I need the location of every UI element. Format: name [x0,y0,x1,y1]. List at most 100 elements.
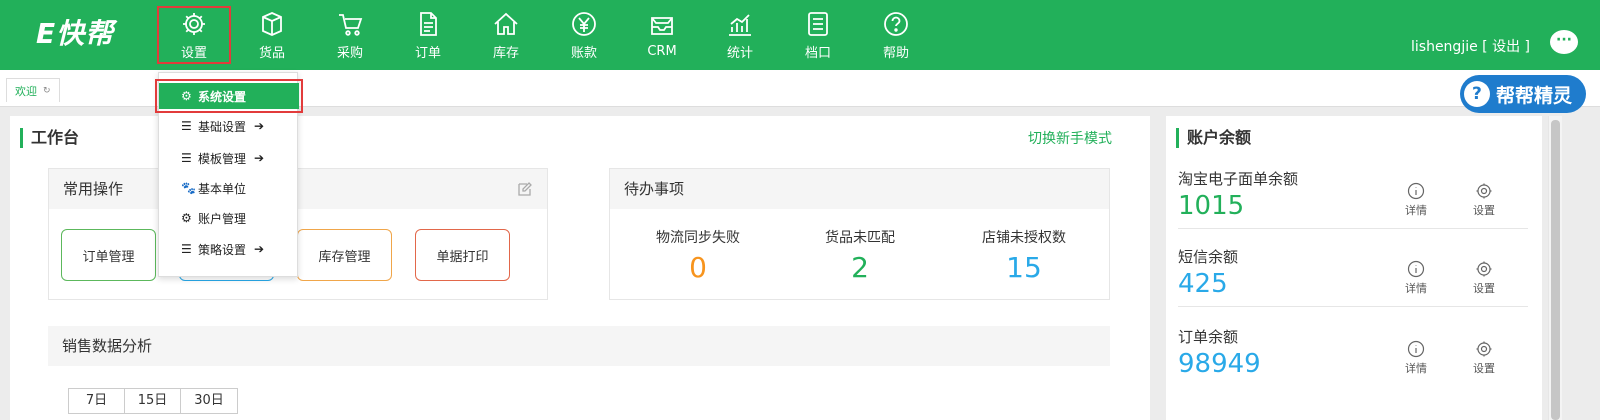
nav-label: 档口 [804,45,831,61]
nav-item-crm[interactable]: CRM [623,0,701,70]
menu-item-account-mgmt[interactable]: ⚙ 账户管理 [159,205,299,231]
nav-item-inventory[interactable]: 库存 [467,0,545,70]
nav-label: 设置 [180,45,207,61]
detail-label: 详情 [1405,362,1427,375]
edit-icon[interactable] [517,181,533,197]
gears-icon: ⚙ [181,89,192,103]
menu-icon: ☰ [181,242,192,256]
nav-item-stall[interactable]: 档口 [779,0,857,70]
divider [1178,228,1528,229]
inbox-icon [651,16,673,35]
nav-item-stats[interactable]: 统计 [701,0,779,70]
todo-logistics[interactable]: 物流同步失败 0 [618,227,778,284]
help-icon [884,11,908,36]
submenu-arrow-icon: ➔ [254,242,265,256]
nav-item-help[interactable]: 帮助 [857,0,935,70]
print-docs-button[interactable]: 单据打印 [415,229,510,281]
range-15d[interactable]: 15日 [125,389,181,413]
gear-icon [1476,261,1492,277]
menu-item-basic-settings[interactable]: ☰ 基础设置 ➔ [159,113,299,139]
account-row: 短信余额 425 详情 设置 [1178,246,1528,299]
menu-label: 基本单位 [198,181,247,196]
date-range-selector: 7日 15日 30日 [68,388,238,414]
gear-icon [1476,341,1492,357]
detail-label: 详情 [1405,204,1427,217]
order-mgmt-button[interactable]: 订单管理 [61,229,156,281]
settings-label: 设置 [1473,204,1495,217]
divider [1178,306,1528,307]
todo-value: 15 [1006,251,1042,284]
menu-item-template-mgmt[interactable]: ☰ 模板管理 ➔ [159,145,299,171]
todo-value: 2 [851,251,869,284]
gear-icon: ⚙ [181,211,192,225]
menu-item-system-settings[interactable]: ⚙ 系统设置 [155,79,303,113]
nav-label: 账款 [570,45,597,61]
chart-icon [729,13,751,36]
card-title: 销售数据分析 [62,337,153,355]
menu-label: 模板管理 [198,151,247,166]
account-title: 账户余额 [1176,128,1251,148]
nav-item-accounts[interactable]: 账款 [545,0,623,70]
settings-label: 设置 [1473,362,1495,375]
house-icon [494,12,518,35]
app-logo[interactable]: E快帮 [36,12,114,52]
question-icon: ? [1463,81,1490,107]
todo-unauthorized-shops[interactable]: 店铺未授权数 15 [944,227,1104,284]
switch-mode-link[interactable]: 切换新手模式 [1028,128,1112,148]
list-icon [808,11,828,36]
detail-label: 详情 [1405,282,1427,295]
todo-label: 物流同步失败 [656,230,740,246]
todo-card: 待办事项 物流同步失败 0 货品未匹配 2 店铺未授权数 15 [609,168,1110,300]
detail-button[interactable]: 详情 [1396,182,1436,218]
settings-button[interactable]: 设置 [1464,340,1504,376]
detail-button[interactable]: 详情 [1396,340,1436,376]
yen-icon [572,11,596,36]
helper-button[interactable]: ? 帮帮精灵 [1459,75,1586,113]
nav-item-settings[interactable]: 设置 [155,4,233,66]
range-7d[interactable]: 7日 [69,389,125,413]
gear-icon [1476,183,1492,199]
cart-icon [339,13,363,36]
menu-label: 系统设置 [198,89,247,104]
detail-button[interactable]: 详情 [1396,260,1436,296]
submenu-arrow-icon: ➔ [254,151,265,165]
scrollbar-thumb[interactable] [1551,120,1560,420]
menu-item-strategy-settings[interactable]: ☰ 策略设置 ➔ [159,236,299,262]
settings-dropdown: ⚙ 系统设置 ☰ 基础设置 ➔ ☰ 模板管理 ➔ 🐾 基本单位 ⚙ 账户管理 ☰… [155,72,303,277]
menu-label: 策略设置 [198,242,247,257]
nav-item-orders[interactable]: 订单 [389,0,467,70]
inventory-mgmt-button[interactable]: 库存管理 [297,229,392,281]
chat-icon[interactable]: ··· [1550,30,1578,54]
menu-label: 账户管理 [198,211,247,226]
nav-item-goods[interactable]: 货品 [233,0,311,70]
helper-label: 帮帮精灵 [1495,84,1572,107]
card-header: 销售数据分析 [48,326,1110,366]
nav-label: 帮助 [882,45,909,61]
menu-label: 基础设置 [198,119,247,134]
scrollbar[interactable] [1548,116,1562,420]
range-30d[interactable]: 30日 [181,389,237,413]
nav-item-purchase[interactable]: 采购 [311,0,389,70]
menu-icon: ☰ [181,119,192,133]
refresh-icon[interactable]: ↻ [43,86,51,96]
tab-welcome[interactable]: 欢迎 ↻ [6,78,60,102]
card-header: 待办事项 [610,169,1109,209]
main-nav: 设置 货品 采购 订单 库存 账款 CRM 统计 档口 帮助 [155,0,935,70]
nav-label: 采购 [336,45,363,61]
top-bar: E快帮 设置 货品 采购 订单 库存 账款 CRM 统计 档口 帮助 lishe… [0,0,1600,70]
todo-unmatched-goods[interactable]: 货品未匹配 2 [780,227,940,284]
todo-label: 店铺未授权数 [982,230,1066,246]
todo-label: 货品未匹配 [825,230,895,246]
settings-button[interactable]: 设置 [1464,260,1504,296]
info-icon [1407,260,1425,278]
menu-item-basic-unit[interactable]: 🐾 基本单位 [159,175,299,201]
todo-value: 0 [689,251,707,284]
nav-label: 库存 [492,45,519,61]
nav-label: 货品 [258,45,285,61]
document-icon [420,11,437,36]
submenu-arrow-icon: ➔ [254,119,265,133]
info-icon [1407,340,1425,358]
card-title: 常用操作 [63,180,124,198]
user-logout-link[interactable]: lishengjie [ 设出 ] [1411,36,1530,56]
settings-button[interactable]: 设置 [1464,182,1504,218]
